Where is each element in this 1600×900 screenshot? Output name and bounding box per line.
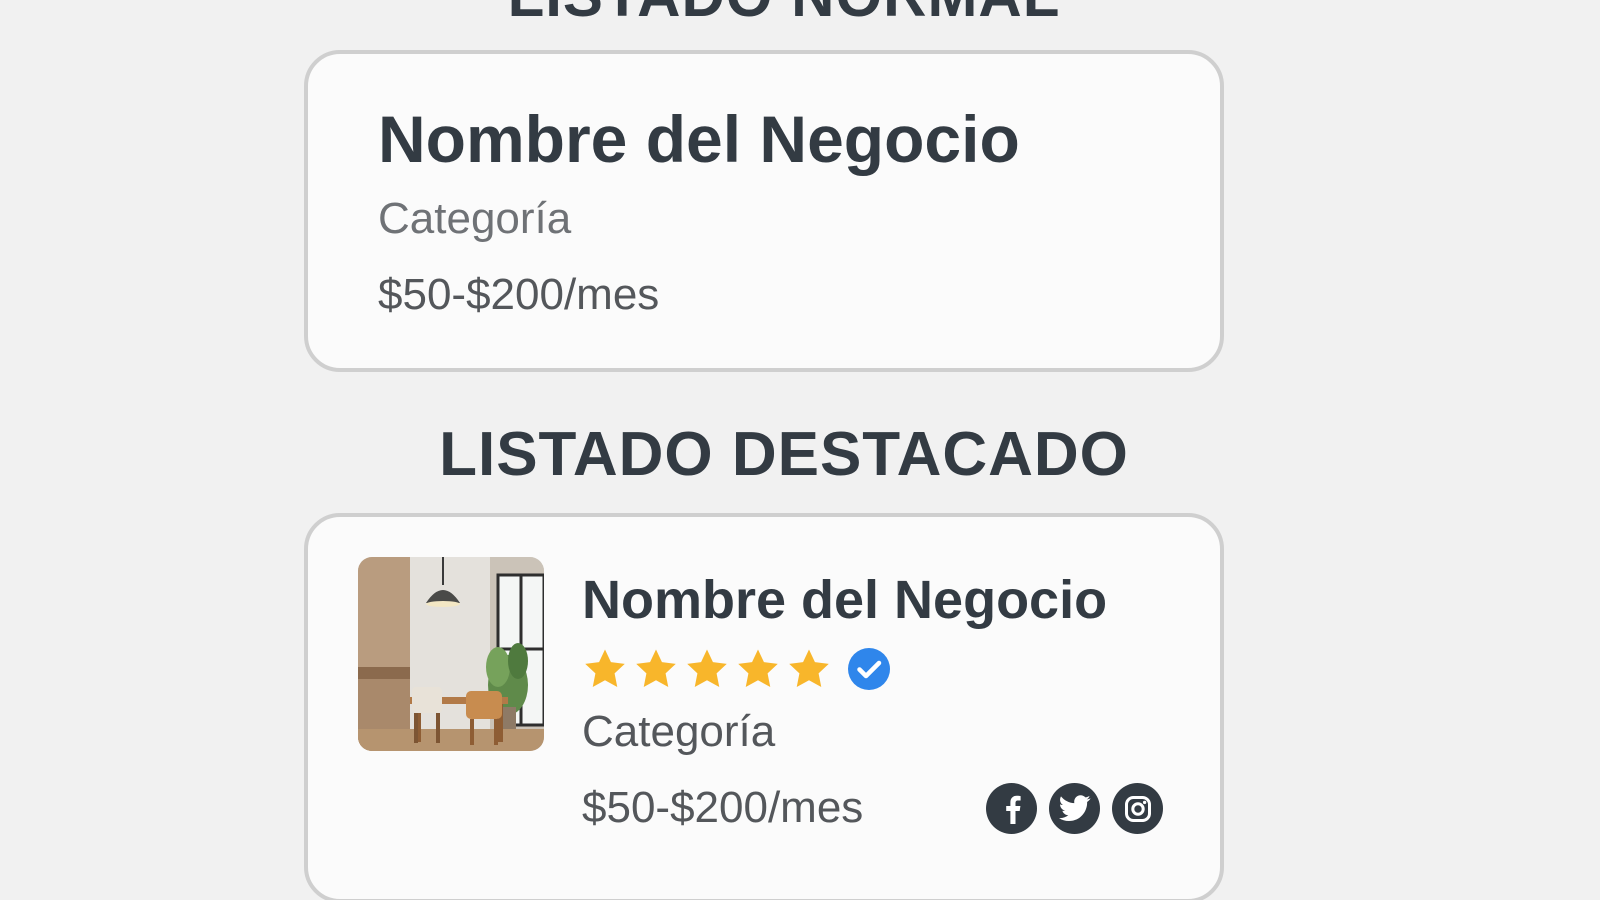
star-rating bbox=[582, 645, 891, 693]
featured-listing-heading: LISTADO DESTACADO bbox=[439, 420, 1129, 489]
normal-listing-heading: LISTADO NORMAL bbox=[0, 0, 1568, 26]
business-category: Categoría bbox=[582, 707, 776, 756]
star-icon bbox=[738, 649, 778, 688]
star-icon bbox=[687, 649, 727, 688]
business-name: Nombre del Negocio bbox=[378, 102, 1020, 176]
business-price: $50-$200/mes bbox=[378, 270, 660, 319]
star-icon bbox=[789, 649, 829, 688]
featured-listing-card[interactable]: Nombre del Negocio Categoría $50-$200/me… bbox=[304, 513, 1224, 900]
business-category: Categoría bbox=[378, 194, 572, 243]
star-icon bbox=[636, 649, 676, 688]
business-photo bbox=[358, 557, 544, 751]
social-links bbox=[986, 783, 1163, 834]
normal-listing-card[interactable]: Nombre del Negocio Categoría $50-$200/me… bbox=[304, 50, 1224, 372]
verified-check-icon bbox=[848, 648, 890, 690]
business-price: $50-$200/mes bbox=[582, 783, 864, 832]
page: LISTADO NORMAL Nombre del Negocio Catego… bbox=[0, 0, 1600, 900]
instagram-icon[interactable] bbox=[1112, 783, 1163, 834]
twitter-icon[interactable] bbox=[1049, 783, 1100, 834]
business-name: Nombre del Negocio bbox=[582, 570, 1108, 630]
facebook-icon[interactable] bbox=[986, 783, 1037, 834]
star-icon bbox=[585, 649, 625, 688]
